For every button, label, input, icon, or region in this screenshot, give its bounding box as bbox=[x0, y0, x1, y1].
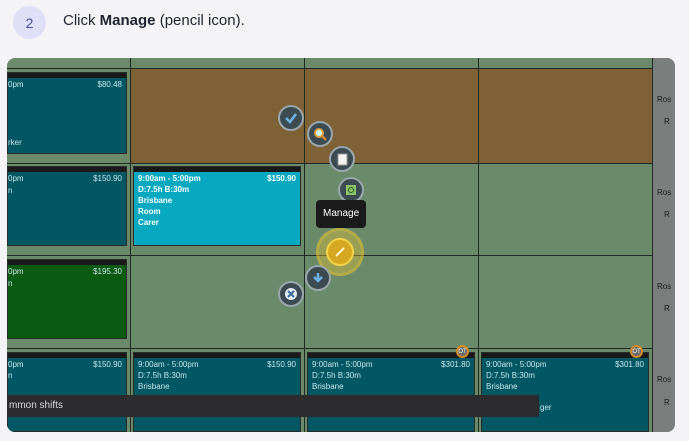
right-column-label: R bbox=[664, 117, 670, 126]
grid-line bbox=[130, 58, 131, 432]
notes-icon[interactable] bbox=[329, 146, 355, 172]
step-text-suffix: (pencil icon). bbox=[155, 12, 245, 29]
right-column-label: R bbox=[664, 398, 670, 407]
shift-location: Brisbane bbox=[486, 382, 518, 391]
selected-shift-card[interactable]: 9:00am - 5:00pm $150.90 D:7.5h B:30m Bri… bbox=[133, 166, 301, 246]
shift-price: $150.90 bbox=[267, 360, 296, 369]
right-column-label: Ros bbox=[657, 188, 672, 197]
shift-role: Carer bbox=[138, 218, 159, 227]
shift-card[interactable]: 0pm $80.48 rker bbox=[7, 72, 127, 154]
right-column-label: R bbox=[664, 304, 670, 313]
shift-hours: D:7.5h B:30m bbox=[138, 185, 190, 194]
pencil-icon bbox=[326, 238, 354, 266]
highlight-row bbox=[130, 68, 653, 163]
shift-card[interactable]: 9:00am - 5:00pm $150.90 D:7.5h B:30m Bri… bbox=[133, 352, 301, 432]
shift-hours: D:7.5h B:30m bbox=[486, 371, 535, 380]
shift-price: $150.90 bbox=[267, 174, 296, 183]
shift-card[interactable]: 0pm $150.90 n bbox=[7, 352, 127, 432]
shift-location: Brisbane bbox=[138, 196, 173, 205]
step-text-bold: Manage bbox=[99, 12, 156, 29]
step-instruction: Click Manage (pencil icon). bbox=[63, 12, 245, 29]
roster-screenshot: Ros R Ros R Ros R Ros R 0pm $80.48 rker … bbox=[7, 58, 675, 432]
shift-location: Brisbane bbox=[138, 382, 170, 391]
shift-role: ger bbox=[540, 403, 552, 412]
right-column-label: Ros bbox=[657, 95, 672, 104]
overtime-badge: OT bbox=[630, 345, 643, 358]
manage-tooltip: Manage bbox=[316, 200, 367, 228]
common-shifts-bar[interactable]: mmon shifts bbox=[7, 395, 539, 417]
step-badge: 2 bbox=[13, 6, 46, 39]
shift-price: $301.80 bbox=[615, 360, 644, 369]
shift-time: 0pm bbox=[8, 174, 24, 183]
right-column-label: Ros bbox=[657, 282, 672, 291]
shift-price: $80.48 bbox=[97, 80, 122, 89]
shift-location: n bbox=[8, 371, 13, 380]
check-icon[interactable] bbox=[278, 105, 304, 131]
shift-price: $150.90 bbox=[93, 174, 122, 183]
shift-card[interactable]: 9:00am - 5:00pm $301.80 D:7.5h B:30m Bri… bbox=[307, 352, 475, 432]
shift-time: 0pm bbox=[8, 80, 24, 89]
step-number: 2 bbox=[25, 14, 34, 31]
shift-price: $195.30 bbox=[93, 267, 122, 276]
overtime-badge: OT bbox=[456, 345, 469, 358]
download-icon[interactable] bbox=[305, 265, 331, 291]
shift-price: $301.80 bbox=[441, 360, 470, 369]
grid-line bbox=[7, 68, 675, 69]
shift-card[interactable]: 0pm $150.90 n bbox=[7, 166, 127, 246]
shift-card[interactable]: 9:00am - 5:00pm $301.80 D:7.5h B:30m Bri… bbox=[481, 352, 649, 432]
grid-line bbox=[478, 58, 479, 432]
shift-time: 9:00am - 5:00pm bbox=[138, 174, 201, 183]
right-column-label: Ros bbox=[657, 375, 672, 384]
shift-location: n bbox=[8, 279, 13, 288]
shift-area: Room bbox=[138, 207, 161, 216]
shift-time: 0pm bbox=[8, 267, 24, 276]
shift-price: $150.90 bbox=[93, 360, 122, 369]
shift-hours: D:7.5h B:30m bbox=[312, 371, 361, 380]
search-icon[interactable] bbox=[307, 121, 333, 147]
shift-time: 9:00am - 5:00pm bbox=[486, 360, 547, 369]
shift-location: n bbox=[8, 186, 13, 195]
grid-line bbox=[304, 58, 305, 432]
close-icon[interactable] bbox=[278, 281, 304, 307]
grid-line bbox=[7, 348, 675, 349]
shift-role: rker bbox=[8, 138, 22, 147]
shift-location: Brisbane bbox=[312, 382, 344, 391]
shift-card[interactable]: 0pm $195.30 n bbox=[7, 259, 127, 339]
shift-time: 0pm bbox=[8, 360, 24, 369]
shift-time: 9:00am - 5:00pm bbox=[312, 360, 373, 369]
shift-hours: D:7.5h B:30m bbox=[138, 371, 187, 380]
shift-time: 9:00am - 5:00pm bbox=[138, 360, 199, 369]
right-column-label: R bbox=[664, 210, 670, 219]
step-text-prefix: Click bbox=[63, 12, 100, 29]
